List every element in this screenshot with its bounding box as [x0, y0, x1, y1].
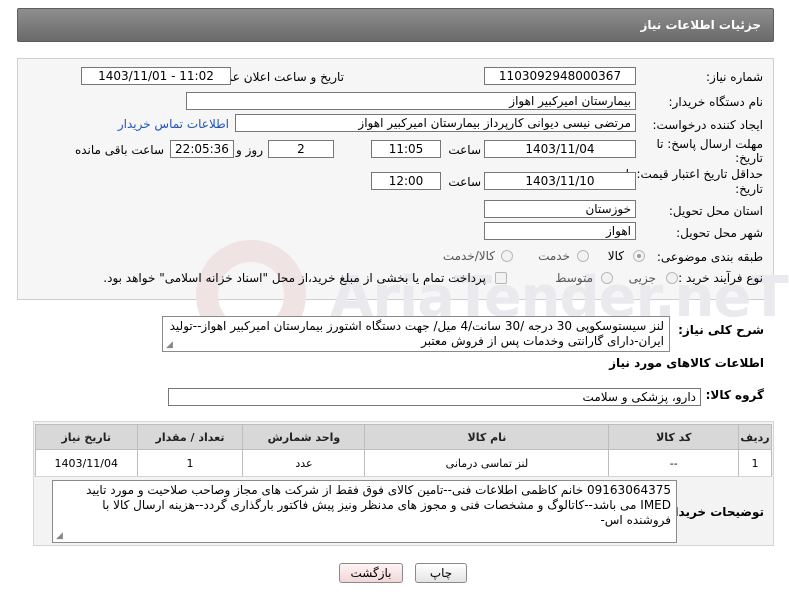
remaining-time-label: ساعت باقی مانده: [74, 143, 164, 157]
back-button[interactable]: بازگشت: [339, 563, 403, 583]
summary-textbox: لنز سیستوسکوپی 30 درجه /30 سانت/4 میل/ ج…: [162, 316, 670, 352]
validity-date-field: 1403/11/10: [484, 172, 636, 190]
process-option-minor: جزیی: [628, 271, 656, 285]
deadline-date-field: 1403/11/04: [484, 140, 636, 158]
category-radio-service[interactable]: [577, 250, 589, 262]
col-index: ردیف: [737, 424, 773, 450]
category-radio-goods[interactable]: [633, 250, 645, 262]
deadline-label-date: تاریخ:: [735, 151, 763, 165]
treasury-payment-checkbox[interactable]: [495, 272, 507, 284]
validity-time-label: ساعت: [448, 175, 481, 189]
buyer-contact-link[interactable]: اطلاعات تماس خریدار: [118, 117, 229, 131]
goods-table: تاریخ نیاز تعداد / مقدار واحد شمارش نام …: [35, 424, 773, 477]
goods-group-field: دارو، پزشکی و سلامت: [168, 388, 701, 406]
creator-label: ایجاد کننده درخواست:: [652, 118, 763, 132]
col-unit: واحد شمارش: [242, 424, 366, 450]
col-name: نام کالا: [364, 424, 610, 450]
buyer-notes-text: 09163064375 خانم کاظمی اطلاعات فنی--تامی…: [86, 483, 671, 527]
print-button[interactable]: چاپ: [415, 563, 467, 583]
city-field: اهواز: [484, 222, 636, 240]
process-option-medium: متوسط: [555, 271, 593, 285]
buyer-notes-label: توضیحات خریدار:: [662, 505, 764, 519]
validity-time-field: 12:00: [371, 172, 441, 190]
cell-qty: 1: [136, 449, 244, 477]
summary-text: لنز سیستوسکوپی 30 درجه /30 سانت/4 میل/ ج…: [169, 319, 664, 348]
resize-grip-icon: ◢: [166, 340, 173, 350]
buyer-org-field: بیمارستان امیرکبیر اهواز: [186, 92, 636, 110]
creator-field: مرتضی نیسی دیوانی کارپرداز بیمارستان امی…: [235, 114, 636, 132]
goods-table-header: تاریخ نیاز تعداد / مقدار واحد شمارش نام …: [35, 424, 773, 450]
deadline-days-field: 2: [268, 140, 334, 158]
buyer-notes-textbox: 09163064375 خانم کاظمی اطلاعات فنی--تامی…: [52, 480, 677, 543]
process-radio-minor[interactable]: [666, 272, 678, 284]
buyer-org-label: نام دستگاه خریدار:: [668, 95, 764, 109]
cell-date: 1403/11/04: [35, 449, 138, 477]
cell-code: --: [608, 449, 739, 477]
summary-label: شرح کلی نیاز:: [678, 323, 764, 337]
validity-label: حداقل تاریخ اعتبار قیمت: تا: [625, 167, 763, 181]
goods-group-label: گروه کالا:: [705, 388, 764, 402]
col-qty: تعداد / مقدار: [136, 424, 244, 450]
category-label: طبقه بندی موضوعی:: [656, 250, 763, 264]
need-number-field: 1103092948000367: [484, 67, 636, 85]
validity-label-date: تاریخ:: [735, 182, 763, 196]
process-label: نوع فرآیند خرید :: [678, 271, 763, 285]
cell-name: لنز تماسی درمانی: [364, 449, 610, 477]
process-radio-medium[interactable]: [601, 272, 613, 284]
table-row: 1403/11/04 1 عدد لنز تماسی درمانی -- 1: [35, 449, 773, 477]
category-radio-goods-service[interactable]: [501, 250, 513, 262]
goods-section-title: اطلاعات کالاهای مورد نیاز: [609, 356, 764, 370]
category-option-service: خدمت: [538, 249, 570, 263]
category-option-goods: کالا: [607, 249, 624, 263]
city-label: شهر محل تحویل:: [676, 226, 763, 240]
need-number-label: شماره نیاز:: [706, 70, 763, 84]
treasury-payment-note: پرداخت تمام یا بخشی از مبلغ خرید،از محل …: [103, 271, 486, 285]
deadline-time-field: 11:05: [371, 140, 441, 158]
province-label: استان محل تحویل:: [668, 204, 763, 218]
province-field: خوزستان: [484, 200, 636, 218]
deadline-label: مهلت ارسال پاسخ: تا: [656, 137, 763, 151]
header-bar: جزئیات اطلاعات نیاز: [17, 8, 774, 42]
cell-unit: عدد: [242, 449, 366, 477]
announce-field: 1403/11/01 - 11:02: [81, 67, 231, 85]
remaining-time-field: 22:05:36: [170, 140, 234, 158]
deadline-days-label: روز و: [236, 143, 263, 157]
category-option-goods-service: کالا/خدمت: [442, 249, 495, 263]
page-title: جزئیات اطلاعات نیاز: [640, 18, 761, 32]
resize-grip-icon: ◢: [56, 531, 63, 541]
deadline-time-label: ساعت: [448, 143, 481, 157]
col-date: تاریخ نیاز: [35, 424, 138, 450]
cell-index: 1: [737, 449, 773, 477]
col-code: کد کالا: [608, 424, 739, 450]
